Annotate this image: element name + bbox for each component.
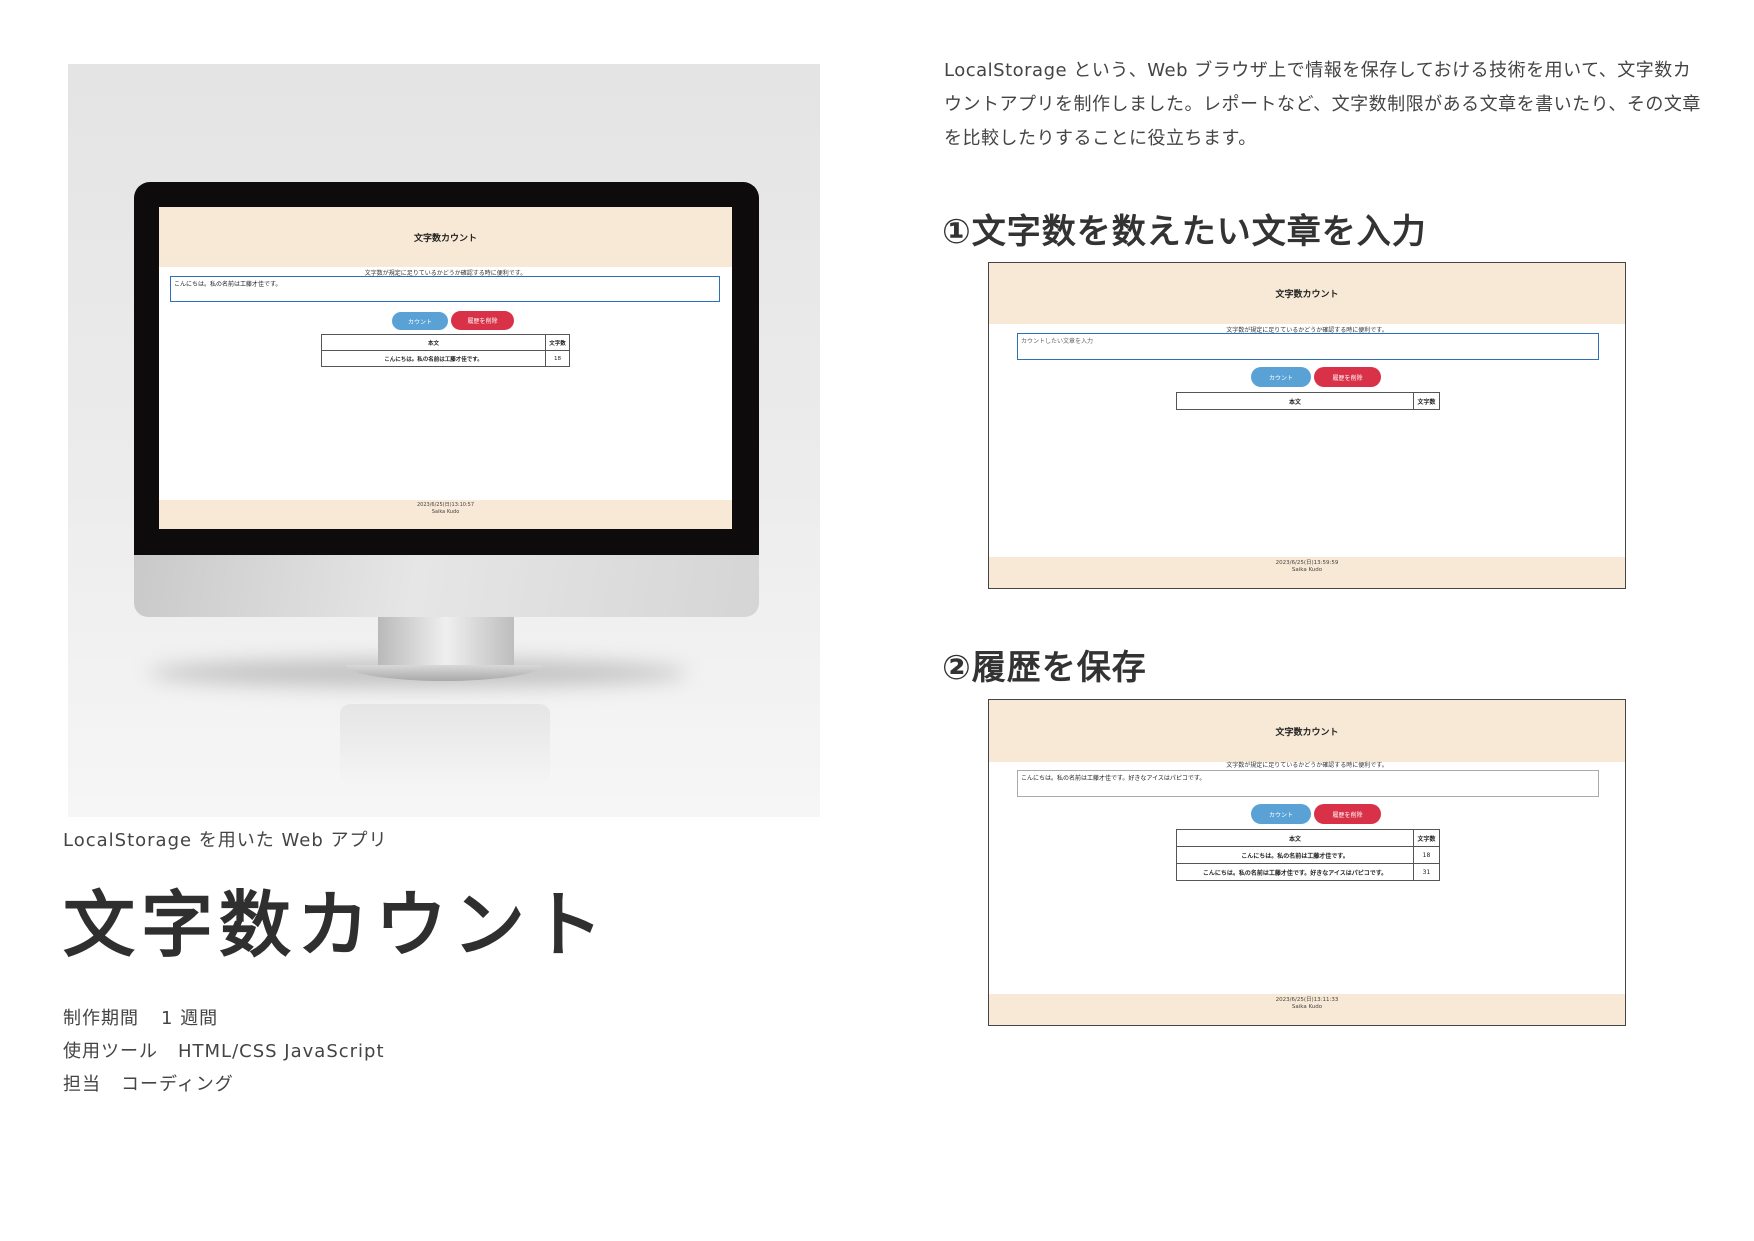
count-button[interactable]: カウント bbox=[1251, 804, 1311, 824]
meta-value: HTML/CSS JavaScript bbox=[178, 1041, 385, 1062]
count-button[interactable]: カウント bbox=[392, 312, 448, 330]
meta-label: 担当 bbox=[63, 1074, 101, 1095]
step-1-screenshot: 文字数カウント 文字数が規定に足りているかどうか確認する時に便利です。 カウント… bbox=[988, 262, 1626, 589]
history-table: 本文 文字数 こんにちは。私の名前は工藤才佳です。 18 bbox=[321, 334, 570, 367]
col-count-header: 文字数 bbox=[1413, 829, 1440, 847]
footer-author: Saika Kudo bbox=[1291, 567, 1323, 574]
clear-history-button[interactable]: 履歴を削除 bbox=[451, 311, 514, 330]
text-input[interactable]: こんにちは。私の名前は工藤才佳です。好きなアイスはパピコです。 bbox=[1017, 770, 1599, 797]
hero-monitor-image: 文字数カウント 文字数が規定に足りているかどうか確認する時に便利です。 こんにち… bbox=[68, 64, 820, 817]
monitor-stand bbox=[378, 617, 514, 667]
meta-label: 使用ツール bbox=[63, 1041, 158, 1062]
app-footer: 2023/6/25(日)13:10:57 Saika Kudo bbox=[159, 500, 732, 529]
col-text-header: 本文 bbox=[1176, 392, 1414, 410]
meta-label: 制作期間 bbox=[63, 1008, 139, 1029]
history-table: 本文 文字数 bbox=[1176, 392, 1440, 410]
text-input[interactable]: カウントしたい文章を入力 bbox=[1017, 333, 1599, 360]
count-button[interactable]: カウント bbox=[1251, 367, 1311, 387]
col-text-header: 本文 bbox=[1176, 829, 1414, 847]
row-count: 18 bbox=[1413, 846, 1440, 864]
app-header: 文字数カウント bbox=[989, 700, 1625, 762]
app-header: 文字数カウント bbox=[989, 263, 1625, 324]
row-text: こんにちは。私の名前は工藤才佳です。好きなアイスはパピコです。 bbox=[1176, 863, 1414, 881]
clear-history-button[interactable]: 履歴を削除 bbox=[1314, 367, 1381, 387]
meta-role: 担当 コーディング bbox=[63, 1070, 234, 1096]
col-text-header: 本文 bbox=[321, 334, 546, 351]
app-caption: LocalStorage を用いた Web アプリ bbox=[63, 830, 388, 851]
footer-author: Saika Kudo bbox=[431, 508, 460, 515]
app-subtitle: 文字数が規定に足りているかどうか確認する時に便利です。 bbox=[1226, 762, 1388, 769]
col-count-header: 文字数 bbox=[545, 334, 570, 351]
description: LocalStorage という、Web ブラウザ上で情報を保存しておける技術を… bbox=[944, 60, 1701, 149]
step-1-heading: ①文字数を数えたい文章を入力 bbox=[942, 212, 1427, 252]
row-text: こんにちは。私の名前は工藤才佳です。 bbox=[1176, 846, 1414, 864]
meta-tools: 使用ツール HTML/CSS JavaScript bbox=[63, 1037, 385, 1063]
footer-author: Saika Kudo bbox=[1291, 1004, 1323, 1011]
step-2-screenshot: 文字数カウント 文字数が規定に足りているかどうか確認する時に便利です。 こんにち… bbox=[988, 699, 1626, 1026]
app-footer: 2023/6/25(日)13:59:59 Saika Kudo bbox=[989, 557, 1625, 588]
row-count: 18 bbox=[545, 350, 570, 367]
footer-timestamp: 2023/6/25(日)13:11:33 bbox=[1275, 997, 1339, 1003]
table-row: こんにちは。私の名前は工藤才佳です。好きなアイスはパピコです。 31 bbox=[1176, 863, 1440, 881]
app-header: 文字数カウント bbox=[159, 207, 732, 267]
text-input[interactable]: こんにちは。私の名前は工藤才佳です。 bbox=[170, 276, 720, 302]
app-header-title: 文字数カウント bbox=[1275, 727, 1339, 738]
table-row: こんにちは。私の名前は工藤才佳です。 18 bbox=[321, 350, 570, 367]
monitor-chin bbox=[134, 555, 759, 617]
app-title: 文字数カウント bbox=[63, 883, 610, 967]
meta-value: コーディング bbox=[121, 1074, 234, 1095]
monitor-screen-app: 文字数カウント 文字数が規定に足りているかどうか確認する時に便利です。 こんにち… bbox=[159, 207, 732, 529]
col-count-header: 文字数 bbox=[1413, 392, 1440, 410]
clear-history-button[interactable]: 履歴を削除 bbox=[1314, 804, 1381, 824]
row-count: 31 bbox=[1413, 863, 1440, 881]
footer-timestamp: 2023/6/25(日)13:59:59 bbox=[1275, 560, 1339, 566]
monitor-reflection bbox=[340, 704, 550, 784]
app-header-title: 文字数カウント bbox=[413, 233, 477, 244]
row-text: こんにちは。私の名前は工藤才佳です。 bbox=[321, 350, 546, 367]
app-header-title: 文字数カウント bbox=[1275, 290, 1339, 300]
meta-value: 1 週間 bbox=[161, 1008, 219, 1029]
table-row: こんにちは。私の名前は工藤才佳です。 18 bbox=[1176, 846, 1440, 864]
step-2-heading: ②履歴を保存 bbox=[942, 648, 1147, 688]
app-footer: 2023/6/25(日)13:11:33 Saika Kudo bbox=[989, 994, 1625, 1025]
history-table: 本文 文字数 こんにちは。私の名前は工藤才佳です。 18 こんにちは。私の名前は… bbox=[1176, 829, 1440, 881]
meta-period: 制作期間 1 週間 bbox=[63, 1004, 218, 1030]
